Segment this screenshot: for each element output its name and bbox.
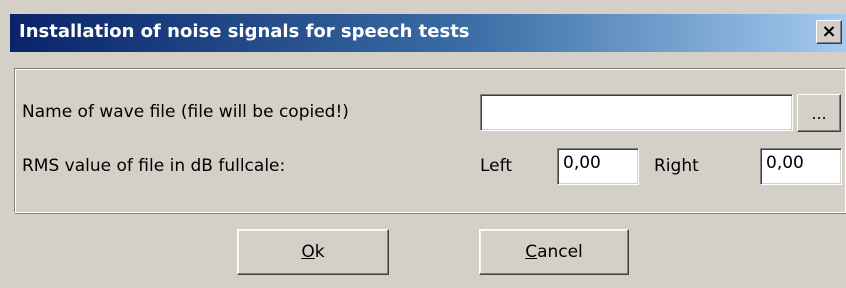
ok-button[interactable]: Ok [237,229,389,275]
right-rms-input[interactable]: 0,00 [760,148,842,185]
dialog-title: Installation of noise signals for speech… [19,21,470,42]
left-rms-input[interactable]: 0,00 [557,148,639,185]
dialog-left-edge [0,14,10,288]
wave-file-label: Name of wave file (file will be copied!) [22,102,349,122]
dialog-window: Installation of noise signals for speech… [0,0,846,288]
right-channel-label: Right [654,156,699,176]
close-icon: × [821,21,837,42]
rms-label: RMS value of file in dB fullcale: [22,156,286,176]
settings-panel [14,68,846,213]
close-button[interactable]: × [816,20,842,44]
browse-label: ... [811,103,827,123]
cancel-button[interactable]: Cancel [479,229,629,275]
ok-label-rest: k [314,242,325,262]
cancel-mnemonic: C [525,242,538,262]
cancel-label-rest: ancel [537,242,583,262]
ok-mnemonic: O [301,242,315,262]
wave-file-input[interactable] [480,94,793,131]
title-bar[interactable]: Installation of noise signals for speech… [10,14,846,52]
left-channel-label: Left [480,156,512,176]
browse-button[interactable]: ... [797,94,841,132]
